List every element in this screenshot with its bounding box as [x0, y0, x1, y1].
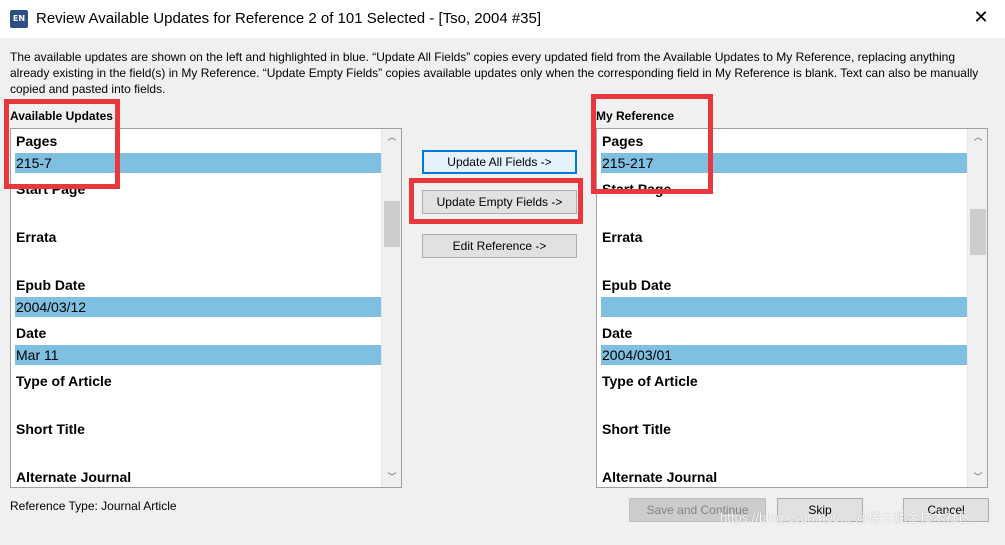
mine-field-date[interactable]: Date 2004/03/01 — [597, 321, 967, 369]
endnote-app-icon: EN — [10, 10, 28, 28]
available-scrollbar[interactable]: ︿ ﹀ — [381, 129, 401, 487]
field-name: Epub Date — [16, 277, 86, 293]
scrollbar-thumb[interactable] — [384, 201, 400, 247]
field-name: Type of Article — [602, 373, 698, 389]
annotation-box-my-reference-pages — [591, 94, 713, 194]
field-value[interactable] — [601, 249, 967, 269]
field-name: Errata — [16, 229, 57, 245]
window-title: Review Available Updates for Reference 2… — [36, 10, 542, 27]
field-name: Alternate Journal — [16, 469, 132, 485]
annotation-box-available-pages — [4, 99, 120, 189]
field-value[interactable]: 2004/03/01 — [601, 345, 967, 365]
available-field-date[interactable]: Date Mar 11 — [11, 321, 381, 369]
field-value[interactable] — [601, 441, 967, 461]
field-name: Type of Article — [16, 373, 112, 389]
mine-field-alternate-journal[interactable]: Alternate Journal — [597, 465, 967, 487]
field-name: Date — [16, 325, 47, 341]
mine-field-type-of-article[interactable]: Type of Article — [597, 369, 967, 417]
field-value[interactable] — [601, 297, 967, 317]
field-name: Short Title — [602, 421, 671, 437]
scroll-down-icon[interactable]: ﹀ — [968, 469, 987, 487]
watermark-text: https://blog.csdn.net/... @稀土掘金技术社区 — [720, 510, 972, 525]
mine-field-short-title[interactable]: Short Title — [597, 417, 967, 465]
scrollbar-thumb[interactable] — [970, 209, 986, 255]
field-value[interactable] — [15, 441, 381, 461]
update-all-fields-button[interactable]: Update All Fields -> — [422, 150, 577, 174]
title-bar: EN Review Available Updates for Referenc… — [0, 0, 1005, 38]
scroll-down-icon[interactable]: ﹀ — [382, 469, 401, 487]
field-name: Epub Date — [602, 277, 672, 293]
available-field-epub-date[interactable]: Epub Date 2004/03/12 — [11, 273, 381, 321]
field-name: Errata — [602, 229, 643, 245]
annotation-box-update-empty — [409, 178, 583, 224]
field-value[interactable] — [15, 249, 381, 269]
close-icon[interactable]: ✕ — [969, 6, 993, 30]
field-value[interactable] — [601, 393, 967, 413]
available-field-short-title[interactable]: Short Title — [11, 417, 381, 465]
scroll-up-icon[interactable]: ︿ — [968, 129, 987, 147]
instructions-text: The available updates are shown on the l… — [10, 50, 979, 96]
field-value[interactable]: 2004/03/12 — [15, 297, 381, 317]
field-name: Alternate Journal — [602, 469, 718, 485]
available-field-alternate-journal[interactable]: Alternate Journal — [11, 465, 381, 487]
scroll-up-icon[interactable]: ︿ — [382, 129, 401, 147]
field-value[interactable] — [15, 201, 381, 221]
field-value[interactable] — [601, 201, 967, 221]
mine-field-errata[interactable]: Errata — [597, 225, 967, 273]
available-field-errata[interactable]: Errata — [11, 225, 381, 273]
my-reference-scrollbar[interactable]: ︿ ﹀ — [967, 129, 987, 487]
edit-reference-button[interactable]: Edit Reference -> — [422, 234, 577, 258]
field-value[interactable]: Mar 11 — [15, 345, 381, 365]
available-field-type-of-article[interactable]: Type of Article — [11, 369, 381, 417]
field-name: Short Title — [16, 421, 85, 437]
mine-field-epub-date[interactable]: Epub Date — [597, 273, 967, 321]
field-name: Date — [602, 325, 633, 341]
field-value[interactable] — [15, 393, 381, 413]
reference-type-text: Reference Type: Journal Article — [10, 499, 177, 513]
